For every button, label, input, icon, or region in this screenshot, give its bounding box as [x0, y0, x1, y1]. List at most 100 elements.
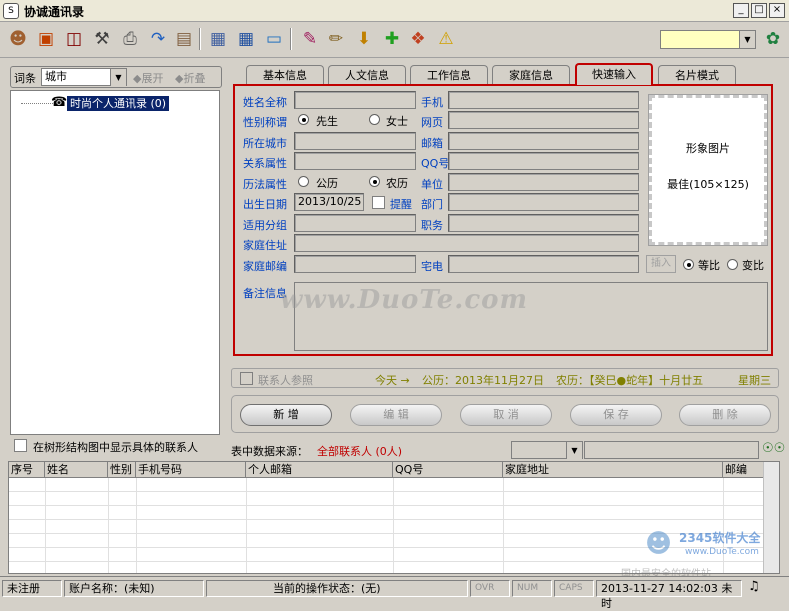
tab-humanities-info[interactable]: 人文信息 [328, 65, 406, 85]
show-contacts-option[interactable]: 在树形结构图中显示具体的联系人 [10, 437, 220, 455]
name-label: 姓名全称 [243, 96, 287, 109]
warning-icon[interactable]: ⚠ [434, 27, 458, 51]
photo-frame[interactable]: 形象图片 最佳(105×125) [648, 94, 768, 246]
clipboard-icon[interactable]: ▤ [172, 27, 196, 51]
chevron-down-icon[interactable]: ▼ [110, 69, 126, 86]
brush-icon[interactable]: ✏ [324, 27, 348, 51]
female-radio[interactable] [369, 114, 380, 125]
gender-label: 性别称谓 [243, 116, 287, 129]
lunar-radio[interactable] [369, 176, 380, 187]
close-button[interactable]: × [769, 3, 785, 18]
col-index[interactable]: 序号 [9, 462, 45, 478]
contact-ref-label: 联系人参照 [258, 374, 313, 387]
webpage-label: 网页 [421, 116, 443, 129]
delete-button[interactable]: 删 除 [679, 404, 771, 426]
source-select[interactable]: ▼ [511, 441, 583, 459]
cancel-button[interactable]: 取 消 [460, 404, 552, 426]
book-icon[interactable]: ▣ [34, 27, 58, 51]
ratio-change-radio[interactable] [727, 259, 738, 270]
binoculars-icon[interactable]: ☉☉ [762, 441, 785, 456]
position-label: 职务 [421, 219, 443, 232]
notebook-icon[interactable]: ▦ [206, 27, 230, 51]
expand-button[interactable]: ◆展开 [133, 70, 163, 86]
birthday-field[interactable]: 2013/10/25 [294, 193, 364, 211]
toolbar-combo[interactable]: ▼ [660, 30, 756, 49]
tab-work-info[interactable]: 工作信息 [410, 65, 488, 85]
home-address-label: 家庭住址 [243, 239, 287, 252]
ratio-equal-radio[interactable] [683, 259, 694, 270]
edit-button[interactable]: 编 辑 [350, 404, 442, 426]
source-search-field[interactable] [584, 441, 759, 459]
caps-indicator: CAPS [554, 580, 594, 597]
save-button[interactable]: 保 存 [570, 404, 662, 426]
copy-icon[interactable]: ▭ [262, 27, 286, 51]
show-contacts-checkbox[interactable] [14, 439, 27, 452]
qq-field[interactable] [448, 152, 639, 170]
new-button[interactable]: 新 增 [240, 404, 332, 426]
col-zip[interactable]: 邮编 [723, 462, 764, 478]
email-field[interactable] [448, 132, 639, 150]
redo-icon[interactable]: ↷ [146, 27, 170, 51]
tab-basic-info[interactable]: 基本信息 [246, 65, 324, 85]
webpage-field[interactable] [448, 111, 639, 129]
male-radio[interactable] [298, 114, 309, 125]
ratio-equal-label: 等比 [698, 259, 720, 272]
name-field[interactable] [294, 91, 416, 109]
col-home-address[interactable]: 家庭地址 [503, 462, 723, 478]
tools-icon[interactable]: ⚒ [90, 27, 114, 51]
city-field[interactable] [294, 132, 416, 150]
chevron-down-icon[interactable]: ▼ [739, 31, 755, 48]
tab-card-mode[interactable]: 名片模式 [658, 65, 736, 85]
col-name[interactable]: 姓名 [45, 462, 108, 478]
col-qq[interactable]: QQ号 [393, 462, 503, 478]
registration-status: 未注册 [2, 580, 62, 597]
unit-field[interactable] [448, 173, 639, 191]
status-bar: 未注册 账户名称：(未知) 当前的操作状态：(无) OVR NUM CAPS 2… [0, 576, 789, 610]
home-phone-field[interactable] [448, 255, 639, 273]
table-row[interactable] [9, 492, 764, 506]
group-field[interactable] [294, 214, 416, 232]
contact-ref-checkbox[interactable] [240, 372, 253, 385]
bell-icon[interactable]: ♫ [748, 579, 760, 594]
qq-label: QQ号 [421, 157, 450, 170]
remind-checkbox[interactable] [372, 196, 385, 209]
source-label: 表中数据来源： [231, 445, 308, 458]
table-header: 序号 姓名 性别 手机号码 个人邮箱 QQ号 家庭地址 邮编 [9, 462, 779, 478]
skin-icon[interactable]: ✿ [761, 27, 785, 51]
maximize-button[interactable]: □ [751, 3, 767, 18]
col-mobile[interactable]: 手机号码 [136, 462, 246, 478]
department-field[interactable] [448, 193, 639, 211]
collapse-button[interactable]: ◆折叠 [175, 70, 205, 86]
category-select[interactable]: 城市 ▼ [41, 68, 127, 86]
table-row[interactable] [9, 478, 764, 492]
download-icon[interactable]: ⬇ [352, 27, 376, 51]
database-icon[interactable]: ◫ [62, 27, 86, 51]
position-field[interactable] [448, 214, 639, 232]
tree-node-root[interactable]: 时尚个人通讯录 (0) [67, 96, 170, 111]
chevron-down-icon[interactable]: ▼ [566, 442, 582, 459]
col-gender[interactable]: 性别 [108, 462, 136, 478]
category-label: 词条 [14, 72, 36, 85]
calendar-label: 历法属性 [243, 178, 287, 191]
gender-radio-group: 先生 女士 [294, 111, 416, 129]
pen-icon[interactable]: ✎ [298, 27, 322, 51]
add-icon[interactable]: ✚ [380, 27, 404, 51]
show-contacts-label: 在树形结构图中显示具体的联系人 [33, 441, 198, 454]
relation-field[interactable] [294, 152, 416, 170]
tab-family-info[interactable]: 家庭信息 [492, 65, 570, 85]
calendar-icon[interactable]: ▦ [234, 27, 258, 51]
mobile-field[interactable] [448, 91, 639, 109]
users-icon[interactable]: ☻ [6, 27, 30, 51]
solar-radio[interactable] [298, 176, 309, 187]
contact-tree[interactable]: ☎ 时尚个人通讯录 (0) [10, 90, 220, 435]
tab-quick-input[interactable]: 快速输入 [575, 63, 653, 85]
home-address-field[interactable] [294, 234, 639, 252]
minimize-button[interactable]: _ [733, 3, 749, 18]
home-zip-field[interactable] [294, 255, 416, 273]
printer-icon[interactable]: ⎙ [118, 27, 142, 51]
insert-photo-button[interactable]: 插入 [646, 255, 676, 273]
eraser-icon[interactable]: ❖ [406, 27, 430, 51]
male-label: 先生 [316, 115, 338, 128]
col-email[interactable]: 个人邮箱 [246, 462, 393, 478]
table-row[interactable] [9, 506, 764, 520]
